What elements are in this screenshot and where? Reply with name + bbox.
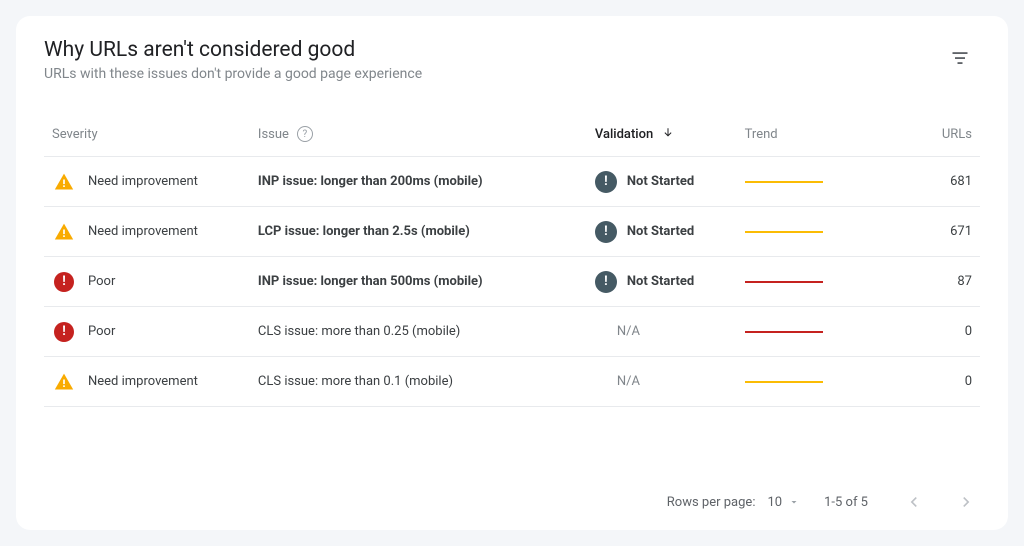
severity-label: Poor — [88, 274, 115, 289]
validation-label: Not Started — [627, 224, 694, 239]
severity-label: Need improvement — [88, 224, 198, 239]
warning-icon — [52, 172, 76, 192]
urls-count: 0 — [868, 307, 980, 357]
issues-card: Why URLs aren't considered good URLs wit… — [16, 16, 1008, 530]
urls-count: 0 — [868, 357, 980, 407]
col-header-validation-label: Validation — [595, 127, 653, 142]
table-row[interactable]: Need improvement LCP issue: longer than … — [44, 207, 980, 257]
col-header-issue-label: Issue — [258, 127, 289, 142]
info-icon: ! — [595, 221, 617, 243]
issue-label: CLS issue: more than 0.25 (mobile) — [258, 324, 460, 339]
validation-label: Not Started — [627, 274, 694, 289]
trend-sparkline — [745, 180, 823, 184]
error-icon: ! — [54, 322, 74, 342]
info-icon: ! — [595, 271, 617, 293]
chevron-left-icon — [904, 492, 924, 512]
issues-table: Severity Issue ? Validation Trend URLs — [44, 114, 980, 407]
severity-label: Poor — [88, 324, 115, 339]
trend-sparkline — [745, 230, 823, 234]
card-subtitle: URLs with these issues don't provide a g… — [44, 66, 940, 82]
col-header-validation[interactable]: Validation — [587, 114, 737, 157]
table-row[interactable]: ! Poor CLS issue: more than 0.25 (mobile)… — [44, 307, 980, 357]
col-header-severity[interactable]: Severity — [44, 114, 250, 157]
card-header: Why URLs aren't considered good URLs wit… — [16, 16, 1008, 90]
table-row[interactable]: ! Poor INP issue: longer than 500ms (mobi… — [44, 257, 980, 307]
severity-label: Need improvement — [88, 374, 198, 389]
card-title: Why URLs aren't considered good — [44, 38, 940, 62]
info-icon: ! — [595, 171, 617, 193]
validation-na: N/A — [595, 374, 640, 389]
urls-count: 681 — [868, 157, 980, 207]
issue-label: INP issue: longer than 200ms (mobile) — [258, 174, 483, 189]
warning-icon — [52, 222, 76, 242]
validation-na: N/A — [595, 324, 640, 339]
help-icon[interactable]: ? — [297, 126, 313, 142]
next-page-button[interactable] — [952, 488, 980, 516]
col-header-trend[interactable]: Trend — [737, 114, 868, 157]
table-wrap: Severity Issue ? Validation Trend URLs — [16, 114, 1008, 474]
rows-per-page-label: Rows per page: — [667, 495, 756, 510]
error-icon: ! — [54, 272, 74, 292]
chevron-right-icon — [956, 492, 976, 512]
filter-button[interactable] — [940, 38, 980, 78]
col-header-urls[interactable]: URLs — [868, 114, 980, 157]
pagination: Rows per page: 10 1-5 of 5 — [16, 474, 1008, 530]
warning-icon — [52, 372, 76, 392]
trend-sparkline — [745, 280, 823, 284]
validation-label: Not Started — [627, 174, 694, 189]
trend-sparkline — [745, 380, 823, 384]
issue-label: CLS issue: more than 0.1 (mobile) — [258, 374, 453, 389]
issue-label: LCP issue: longer than 2.5s (mobile) — [258, 224, 470, 239]
filter-icon — [950, 48, 970, 68]
table-row[interactable]: Need improvement INP issue: longer than … — [44, 157, 980, 207]
table-row[interactable]: Need improvement CLS issue: more than 0.… — [44, 357, 980, 407]
caret-down-icon — [788, 496, 800, 508]
issue-label: INP issue: longer than 500ms (mobile) — [258, 274, 483, 289]
urls-count: 87 — [868, 257, 980, 307]
page-range: 1-5 of 5 — [824, 495, 868, 510]
urls-count: 671 — [868, 207, 980, 257]
trend-sparkline — [745, 330, 823, 334]
rows-per-page-select[interactable]: 10 — [767, 495, 800, 510]
severity-label: Need improvement — [88, 174, 198, 189]
sort-arrow-down-icon — [662, 126, 674, 138]
col-header-issue[interactable]: Issue ? — [250, 114, 587, 157]
rows-per-page: Rows per page: 10 — [667, 495, 800, 510]
rows-per-page-value: 10 — [767, 495, 782, 510]
title-block: Why URLs aren't considered good URLs wit… — [44, 38, 940, 82]
prev-page-button[interactable] — [900, 488, 928, 516]
